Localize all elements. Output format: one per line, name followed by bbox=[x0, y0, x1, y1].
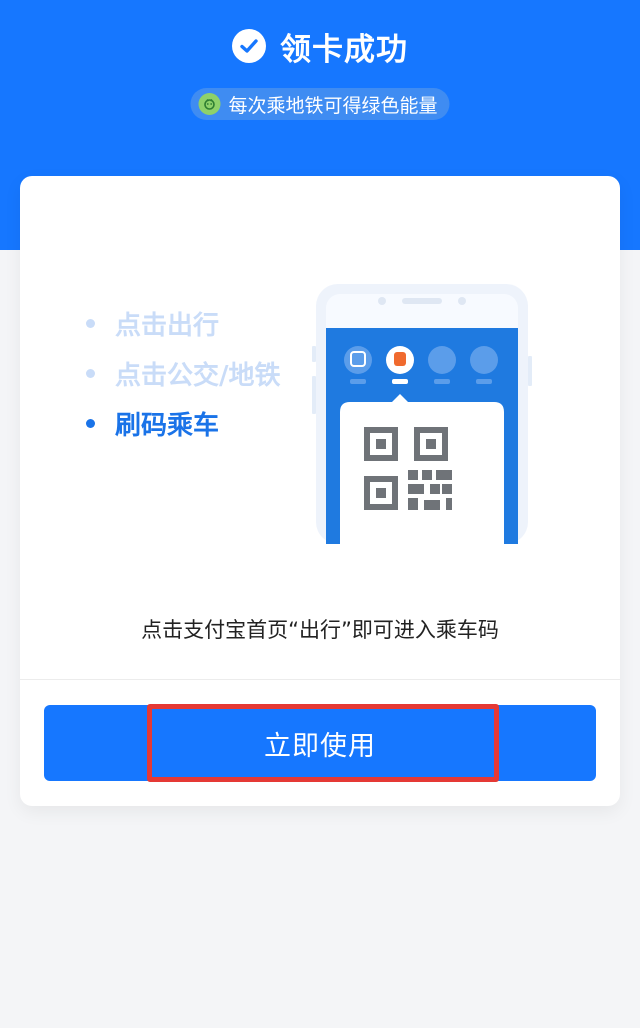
instruction-text: 点击支付宝首页“出行”即可进入乘车码 bbox=[141, 618, 499, 642]
bus-icon bbox=[344, 346, 372, 374]
bullet-icon bbox=[86, 368, 95, 378]
divider bbox=[20, 679, 620, 680]
guide-card: 点击出行 点击公交/地铁 刷码乘车 点击支付宝首页“出行”即可进入乘车码 立即使… bbox=[20, 176, 620, 806]
badge-text: 每次乘地铁可得绿色能量 bbox=[228, 94, 438, 117]
metro-icon bbox=[386, 346, 414, 374]
green-energy-icon bbox=[198, 93, 221, 115]
step-item-3: 刷码乘车 bbox=[86, 406, 346, 441]
bullet-icon bbox=[86, 318, 95, 328]
use-now-button[interactable]: 立即使用 bbox=[44, 705, 596, 781]
step-label: 点击出行 bbox=[115, 310, 220, 341]
page-title: 领卡成功 bbox=[280, 31, 408, 68]
bullet-icon bbox=[86, 418, 95, 428]
phone-illustration bbox=[312, 284, 532, 544]
check-circle-icon bbox=[232, 29, 266, 63]
success-header: 领卡成功 bbox=[0, 24, 640, 68]
green-energy-badge: 每次乘地铁可得绿色能量 bbox=[190, 88, 450, 120]
step-label: 点击公交/地铁 bbox=[115, 360, 281, 391]
step-item-2: 点击公交/地铁 bbox=[86, 356, 346, 391]
step-label: 刷码乘车 bbox=[115, 410, 220, 441]
step-item-1: 点击出行 bbox=[86, 306, 346, 341]
